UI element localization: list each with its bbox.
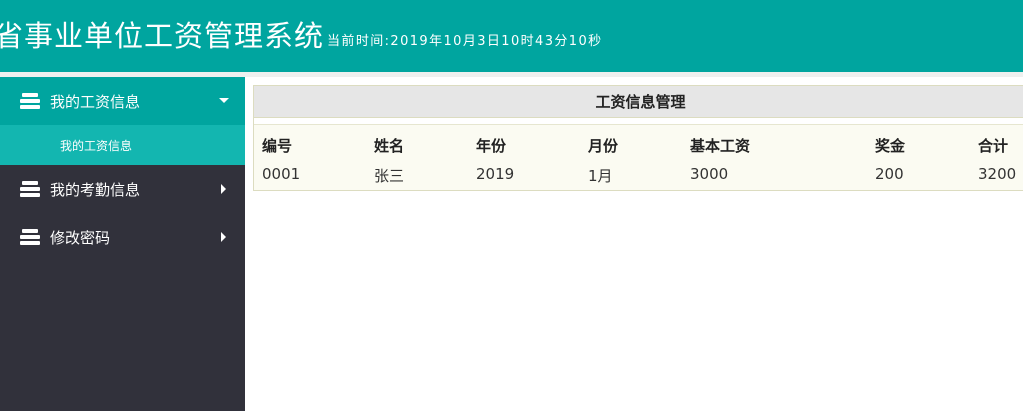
column-header-year: 年份	[476, 137, 507, 155]
sidebar: 我的工资信息 我的工资信息 我的考勤信息 修改密码	[0, 77, 245, 411]
sidebar-item-change-password[interactable]: 修改密码	[0, 213, 245, 261]
sidebar-item-label: 我的考勤信息	[50, 180, 141, 199]
column-header-id: 编号	[262, 137, 293, 155]
stack-icon	[20, 93, 40, 109]
app-header: 省事业单位工资管理系统 当前时间:2019年10月3日10时43分10秒	[0, 0, 1023, 72]
sidebar-item-label: 我的工资信息	[50, 92, 141, 111]
table-cell-month: 1月	[588, 167, 613, 185]
column-header-bonus: 奖金	[875, 137, 906, 155]
table-cell-name: 张三	[374, 167, 405, 185]
current-time: 当前时间:2019年10月3日10时43分10秒	[327, 33, 603, 49]
table-cell-base-salary: 3000	[690, 165, 729, 183]
stack-icon	[20, 181, 40, 197]
caret-down-icon	[219, 98, 229, 103]
column-header-name: 姓名	[374, 137, 405, 155]
column-header-total: 合计	[978, 137, 1009, 155]
caret-right-icon	[221, 232, 226, 242]
salary-table: 编号 姓名 年份 月份 基本工资 奖金 合计 0001 张三 2019 1月 3…	[254, 125, 1023, 189]
caret-right-icon	[221, 184, 226, 194]
app-title: 省事业单位工资管理系统	[0, 18, 325, 53]
column-header-base-salary: 基本工资	[690, 137, 751, 155]
panel-title: 工资信息管理	[254, 86, 1023, 118]
sidebar-item-attendance-info[interactable]: 我的考勤信息	[0, 165, 245, 213]
column-header-month: 月份	[588, 137, 619, 155]
sidebar-item-label: 修改密码	[50, 228, 111, 247]
sidebar-item-salary-info[interactable]: 我的工资信息	[0, 77, 245, 125]
stack-icon	[20, 229, 40, 245]
table-cell-year: 2019	[476, 165, 515, 183]
panel-divider	[254, 118, 1023, 125]
table-cell-bonus: 200	[875, 165, 904, 183]
salary-panel: 工资信息管理 编号 姓名 年份 月份 基本工资 奖金 合计 0001 张三 20…	[253, 85, 1023, 191]
table-cell-id: 0001	[262, 165, 301, 183]
table-cell-total: 3200	[978, 165, 1017, 183]
submenu-item-my-salary[interactable]: 我的工资信息	[0, 125, 245, 165]
